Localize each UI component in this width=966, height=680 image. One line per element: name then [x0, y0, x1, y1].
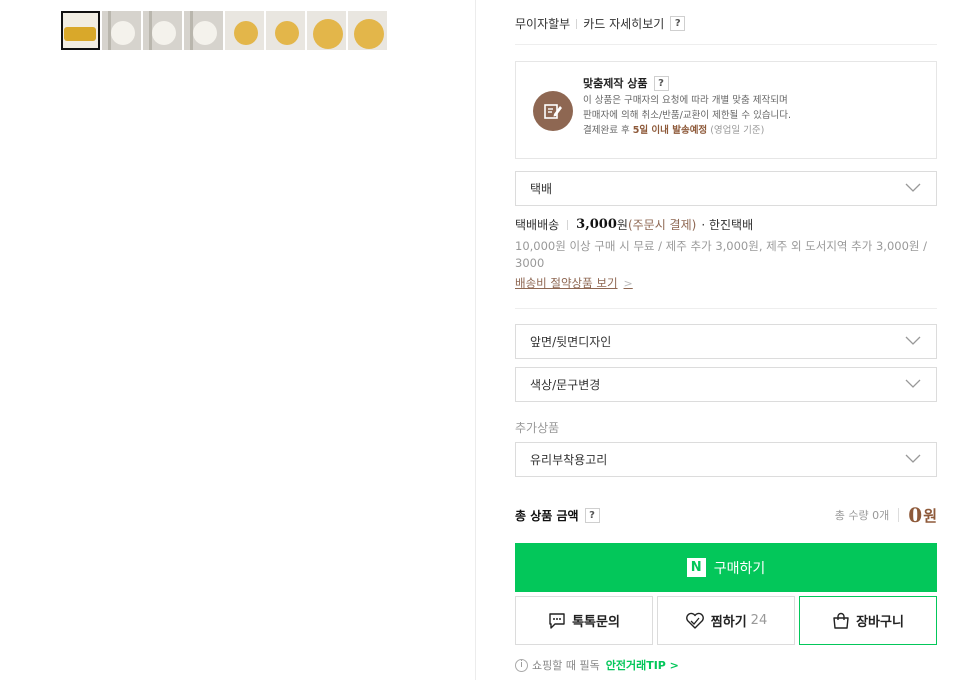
chevron-down-icon — [905, 379, 921, 388]
design-option-select[interactable]: 앞면/뒷면디자인 — [515, 324, 937, 359]
shipping-payment-note: (주문시 결제) — [627, 218, 697, 232]
total-label-group: 총 상품 금액 ? — [515, 507, 600, 524]
talk-inquiry-label: 톡톡문의 — [572, 615, 620, 630]
custom-product-text: 맞춤제작 상품 ? 이 상품은 구매자의 요청에 따라 개별 맞춤 제작되며 판… — [583, 75, 791, 137]
shipping-saving-link[interactable]: 배송비 절약상품 보기 > — [515, 275, 633, 291]
custom-product-line-2: 판매자에 의해 취소/반품/교환이 제한될 수 있습니다. — [583, 110, 792, 121]
chat-bubble-icon — [549, 612, 565, 629]
separator — [567, 219, 569, 230]
custom-product-line-3: 결제완료 후 5일 이내 발송예정 (영업일 기준) — [583, 125, 791, 137]
separator — [576, 18, 578, 29]
help-icon[interactable]: ? — [653, 75, 669, 91]
custom-product-notice: 맞춤제작 상품 ? 이 상품은 구매자의 요청에 따라 개별 맞춤 제작되며 판… — [515, 61, 937, 159]
separator — [898, 508, 900, 522]
thumbnail-strip — [61, 11, 387, 50]
wishlist-button[interactable]: 찜하기 24 — [657, 596, 795, 645]
custom-product-title-row: 맞춤제작 상품 ? — [583, 75, 791, 91]
payment-row: 무이자할부 카드 자세히보기 ? — [515, 15, 686, 32]
chevron-down-icon — [905, 454, 921, 463]
thumbnail-image — [152, 21, 176, 45]
extra-product-label: 추가상품 — [515, 421, 560, 435]
card-detail-link[interactable]: 카드 자세히보기 — [583, 15, 664, 32]
thumbnail-image — [234, 21, 258, 45]
cart-button[interactable]: 장바구니 — [799, 596, 937, 645]
thumbnail-7[interactable] — [307, 11, 346, 50]
shipping-note: 10,000원 이상 구매 시 무료 / 제주 추가 3,000원, 제주 외 … — [515, 239, 928, 270]
thumbnail-1[interactable] — [61, 11, 100, 50]
thumbnail-4[interactable] — [184, 11, 223, 50]
total-summary: 총 수량 0개 0 원 — [835, 500, 937, 530]
shopping-bag-icon — [833, 612, 849, 629]
talk-inquiry-button[interactable]: 톡톡문의 — [515, 596, 653, 645]
tip-text: 쇼핑할 때 필독 — [532, 659, 600, 672]
shipping-label: 택배배송 — [515, 218, 560, 232]
total-amount: 0 — [908, 503, 923, 527]
safe-trade-tip-link[interactable]: 안전거래TIP > — [606, 657, 679, 673]
thumbnail-image — [354, 19, 384, 49]
thumbnail-image — [64, 27, 96, 41]
ship-schedule-suffix: (영업일 기준) — [710, 125, 765, 136]
ship-schedule-highlight: 5일 이내 발송예정 — [632, 125, 708, 136]
shipping-saving-label: 배송비 절약상품 보기 — [515, 276, 618, 290]
thumbnail-image — [193, 21, 217, 45]
thumbnail-6[interactable] — [266, 11, 305, 50]
help-icon[interactable]: ? — [584, 507, 600, 523]
shipping-price: 3,000 — [576, 217, 617, 232]
installment-label: 무이자할부 — [515, 17, 571, 31]
chevron-down-icon — [905, 183, 921, 192]
help-icon[interactable]: ? — [670, 16, 686, 31]
thumbnail-image — [111, 21, 135, 45]
chevron-right-icon: > — [623, 276, 633, 290]
chevron-down-icon — [905, 336, 921, 345]
custom-product-line-1: 이 상품은 구매자의 요청에 따라 개별 맞춤 제작되며 — [583, 95, 788, 106]
courier-name: · 한진택배 — [701, 218, 754, 232]
pencil-note-icon — [533, 91, 573, 131]
total-quantity: 총 수량 0개 — [834, 509, 890, 522]
wishlist-count: 24 — [750, 613, 768, 628]
thumbnail-8[interactable] — [348, 11, 387, 50]
total-amount-unit: 원 — [923, 506, 937, 525]
column-divider — [475, 0, 476, 680]
extra-product-value: 유리부착용고리 — [530, 453, 608, 467]
cart-label: 장바구니 — [856, 615, 904, 630]
extra-product-select[interactable]: 유리부착용고리 — [515, 442, 937, 477]
divider — [515, 308, 937, 309]
color-option-select[interactable]: 색상/문구변경 — [515, 367, 937, 402]
ship-schedule-prefix: 결제완료 후 — [583, 125, 630, 136]
thumbnail-image — [313, 19, 343, 49]
design-option-value: 앞면/뒷면디자인 — [530, 335, 612, 349]
custom-product-title: 맞춤제작 상품 — [583, 77, 648, 90]
secondary-actions: 톡톡문의 찜하기 24 장바구니 — [515, 596, 937, 645]
total-price-row: 총 상품 금액 ? 총 수량 0개 0 원 — [515, 500, 937, 530]
delivery-method-select[interactable]: 택배 — [515, 171, 937, 206]
safe-trade-tip: i 쇼핑할 때 필독 안전거래TIP > — [515, 657, 679, 673]
shipping-price-unit: 원 — [616, 218, 628, 232]
heart-icon — [685, 612, 704, 629]
shipping-info: 택배배송 3,000 원 (주문시 결제) · 한진택배 — [515, 216, 753, 233]
total-label: 총 상품 금액 — [515, 508, 579, 523]
naver-n-icon: N — [686, 558, 706, 577]
divider — [515, 44, 937, 45]
thumbnail-5[interactable] — [225, 11, 264, 50]
buy-label: 구매하기 — [713, 560, 766, 577]
buy-button[interactable]: N 구매하기 — [515, 543, 937, 592]
info-icon: i — [515, 658, 528, 672]
thumbnail-3[interactable] — [143, 11, 182, 50]
thumbnail-2[interactable] — [102, 11, 141, 50]
thumbnail-image — [275, 21, 299, 45]
wishlist-label: 찜하기 — [710, 615, 747, 630]
delivery-method-value: 택배 — [530, 182, 553, 196]
color-option-value: 색상/문구변경 — [530, 378, 601, 392]
